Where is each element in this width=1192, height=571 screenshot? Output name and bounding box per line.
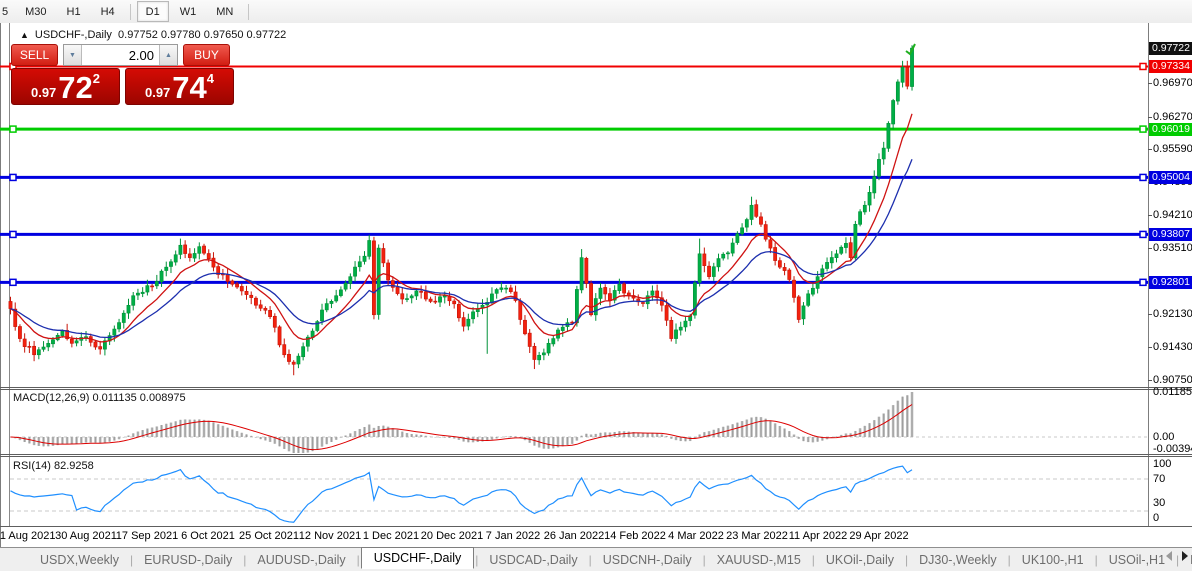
tab-divider: |: [812, 553, 815, 567]
mt4-terminal: 5M30H1H4 D1W1MN ▲ USDCHF-,Daily 0.97752 0.…: [0, 0, 1192, 571]
toolbar-separator: [248, 4, 249, 20]
price-axis-tick: 0.92130: [1153, 308, 1192, 320]
date-axis-label: 4 Mar 2022: [668, 530, 724, 542]
timeframe-button-w1[interactable]: W1: [171, 1, 206, 22]
rsi-axis-label: 30: [1153, 497, 1165, 509]
tab-divider: |: [703, 553, 706, 567]
date-axis-label: 11 Aug 2021: [0, 530, 55, 542]
price-axis-tick: 0.93510: [1153, 242, 1192, 254]
date-axis-label: 14 Feb 2022: [604, 530, 666, 542]
toolbar-separator: [130, 4, 131, 20]
chart-tab-dj30-weekly[interactable]: DJ30-,Weekly: [909, 550, 1007, 570]
buy-quote-box[interactable]: 0.97 74 4: [125, 68, 234, 105]
one-click-trade-panel: SELL ▼ 2.00 ▲ BUY 0.97 72 2 0.97 74 4: [11, 44, 237, 105]
tab-divider: |: [589, 553, 592, 567]
rsi-pane-border: [0, 526, 1192, 527]
tab-divider: |: [905, 553, 908, 567]
buy-price-pip: 4: [207, 71, 214, 86]
date-axis-label: 1 Dec 2021: [363, 530, 419, 542]
chart-tab-usdcad-daily[interactable]: USDCAD-,Daily: [479, 550, 587, 570]
ohlc-low: 0.97650: [204, 29, 244, 41]
macd-label: MACD(12,26,9) 0.011135 0.008975: [13, 392, 186, 404]
date-axis-label: 7 Jan 2022: [486, 530, 540, 542]
rsi-axis-label: 100: [1153, 458, 1171, 470]
chart-title: ▲ USDCHF-,Daily 0.97752 0.97780 0.97650 0…: [20, 29, 286, 41]
buy-price-main: 74: [172, 73, 206, 103]
level-price-badge: 0.96019: [1149, 123, 1192, 136]
date-axis-label: 25 Oct 2021: [239, 530, 299, 542]
date-axis-label: 26 Jan 2022: [544, 530, 605, 542]
macd-axis-label: 0.00: [1153, 431, 1174, 443]
chart-symbol: USDCHF-,Daily: [35, 29, 112, 41]
collapse-triangle-icon[interactable]: ▲: [20, 30, 29, 40]
date-axis-label: 29 Apr 2022: [849, 530, 908, 542]
date-axis-label: 23 Mar 2022: [726, 530, 788, 542]
chart-tab-uk100-h1[interactable]: UK100-,H1: [1012, 550, 1094, 570]
current-price-badge: 0.97722: [1149, 42, 1192, 55]
chart-tab-usoil-h1[interactable]: USOil-,H1: [1099, 550, 1175, 570]
tab-divider: |: [243, 553, 246, 567]
price-axis-tick: 0.94210: [1153, 209, 1192, 221]
chart-tab-xauusd-m15[interactable]: XAUUSD-,M15: [707, 550, 811, 570]
sell-price-main: 72: [58, 73, 92, 103]
date-axis-label: 11 Apr 2022: [789, 530, 848, 542]
ohlc-open: 0.97752: [118, 29, 158, 41]
chart-tab-ukoil-daily[interactable]: UKOil-,Daily: [816, 550, 904, 570]
buy-price-prefix: 0.97: [145, 85, 170, 100]
tab-divider: |: [357, 553, 360, 567]
timeframe-button-mn[interactable]: MN: [207, 1, 242, 22]
rsi-chart[interactable]: [0, 456, 1192, 526]
price-axis-tick: 0.96970: [1153, 77, 1192, 89]
sell-quote-box[interactable]: 0.97 72 2: [11, 68, 120, 105]
sell-button[interactable]: SELL: [11, 44, 58, 66]
level-price-badge: 0.92801: [1149, 276, 1192, 289]
tab-divider: |: [475, 553, 478, 567]
buy-button[interactable]: BUY: [183, 44, 230, 66]
chart-tab-eurusd-daily[interactable]: EURUSD-,Daily: [134, 550, 242, 570]
volume-input[interactable]: 2.00: [82, 45, 159, 65]
chart-tab-usdcnh-daily[interactable]: USDCNH-,Daily: [593, 550, 702, 570]
date-axis-label: 6 Oct 2021: [181, 530, 235, 542]
price-axis-tick: 0.96270: [1153, 111, 1192, 123]
date-axis-label: 30 Aug 2021: [55, 530, 117, 542]
date-axis-label: 17 Sep 2021: [116, 530, 178, 542]
price-axis-tick: 0.90750: [1153, 374, 1192, 386]
date-axis-label: 12 Nov 2021: [299, 530, 361, 542]
tab-scroll-right-icon[interactable]: [1182, 551, 1188, 561]
sell-price-pip: 2: [93, 71, 100, 86]
timeframe-button-m30[interactable]: M30: [16, 1, 55, 22]
date-axis-label: 20 Dec 2021: [421, 530, 483, 542]
macd-axis-label: -0.00394: [1153, 443, 1192, 455]
chart-tab-bar: USDX,Weekly|EURUSD-,Daily|AUDUSD-,Daily|…: [0, 547, 1192, 571]
ohlc-close: 0.97722: [247, 29, 287, 41]
timeframe-button-d1[interactable]: D1: [137, 1, 169, 22]
chart-tab-audusd-daily[interactable]: AUDUSD-,Daily: [247, 550, 355, 570]
timeframe-button-5[interactable]: 5: [0, 1, 14, 22]
chart-tab-usdchf-daily[interactable]: USDCHF-,Daily: [361, 547, 475, 569]
tab-divider: |: [1008, 553, 1011, 567]
volume-stepper: ▼ 2.00 ▲: [63, 44, 178, 66]
volume-decrease-button[interactable]: ▼: [64, 45, 82, 65]
price-axis-tick: 0.95590: [1153, 143, 1192, 155]
ohlc-high: 0.97780: [161, 29, 201, 41]
rsi-label: RSI(14) 82.9258: [13, 460, 94, 472]
tab-scroll-left-icon[interactable]: [1166, 551, 1172, 561]
level-price-badge: 0.93807: [1149, 228, 1192, 241]
level-price-badge: 0.95004: [1149, 171, 1192, 184]
sell-price-prefix: 0.97: [31, 85, 56, 100]
tab-divider: |: [130, 553, 133, 567]
tab-scroll-buttons: [1166, 551, 1188, 561]
chart-tab-usdx-weekly[interactable]: USDX,Weekly: [30, 550, 129, 570]
timeframe-button-h1[interactable]: H1: [58, 1, 90, 22]
timeframe-toolbar: 5M30H1H4 D1W1MN: [0, 0, 1192, 24]
tab-divider: |: [1095, 553, 1098, 567]
timeframe-button-h4[interactable]: H4: [92, 1, 124, 22]
macd-axis-label: 0.011853: [1153, 386, 1192, 398]
rsi-axis-label: 70: [1153, 473, 1165, 485]
level-price-badge: 0.97334: [1149, 60, 1192, 73]
volume-increase-button[interactable]: ▲: [159, 45, 177, 65]
price-axis-tick: 0.91430: [1153, 341, 1192, 353]
rsi-axis-label: 0: [1153, 512, 1159, 524]
